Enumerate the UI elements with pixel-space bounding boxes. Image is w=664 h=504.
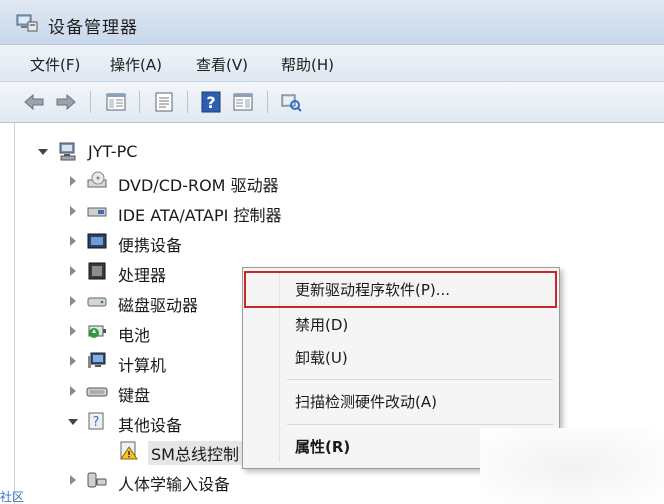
- device-manager-icon: [16, 14, 38, 32]
- keyboard-icon: [86, 387, 108, 397]
- tree-item-label: DVD/CD-ROM 驱动器: [118, 176, 279, 195]
- watermark-text: 社区: [0, 490, 25, 504]
- collapse-arrow-icon[interactable]: [38, 149, 48, 155]
- tree-item-hid[interactable]: 人体学输入设备: [0, 466, 280, 494]
- expand-arrow-icon[interactable]: [70, 206, 76, 216]
- tree-root-label: JYT-PC: [88, 142, 138, 161]
- tree-item-label: 人体学输入设备: [118, 475, 231, 494]
- unknown-device-icon: ?: [88, 412, 104, 430]
- toolbar-separator: [139, 91, 140, 113]
- menu-action[interactable]: 操作(A): [110, 54, 162, 75]
- properties-icon[interactable]: [152, 90, 176, 114]
- context-menu-scan-hardware[interactable]: 扫描检测硬件改动(A): [295, 391, 437, 412]
- tree-item-label: 磁盘驱动器: [118, 296, 199, 315]
- tree-root-row[interactable]: JYT-PC: [0, 137, 300, 165]
- processor-icon: [88, 262, 106, 280]
- context-menu-disable[interactable]: 禁用(D): [295, 314, 348, 335]
- battery-icon: [88, 325, 106, 338]
- ide-controller-icon: [87, 207, 107, 217]
- expand-arrow-icon[interactable]: [70, 236, 76, 246]
- context-menu-uninstall[interactable]: 卸载(U): [295, 347, 348, 368]
- hid-icon: [87, 472, 107, 488]
- tree-item-label: IDE ATA/ATAPI 控制器: [118, 206, 282, 225]
- window-title: 设备管理器: [48, 18, 138, 38]
- menu-bar: 文件(F) 操作(A) 查看(V) 帮助(H): [0, 45, 664, 82]
- tree-item-disk[interactable]: 磁盘驱动器: [0, 287, 240, 315]
- svg-text:?: ?: [206, 93, 215, 112]
- expand-arrow-icon[interactable]: [70, 296, 76, 306]
- context-menu-separator: [287, 379, 553, 380]
- context-menu-separator: [287, 424, 553, 425]
- expand-arrow-icon[interactable]: [70, 386, 76, 396]
- toolbar-separator: [187, 91, 188, 113]
- blurred-region: [480, 428, 664, 504]
- action-pane-icon[interactable]: [231, 90, 255, 114]
- expand-arrow-icon[interactable]: [70, 266, 76, 276]
- show-hide-console-tree-icon[interactable]: [104, 90, 128, 114]
- tree-item-portable[interactable]: 便携设备: [0, 227, 260, 255]
- expand-arrow-icon[interactable]: [70, 475, 76, 485]
- expand-arrow-icon[interactable]: [70, 326, 76, 336]
- expand-arrow-icon[interactable]: [70, 356, 76, 366]
- tree-item-sm-bus[interactable]: SM总线控制: [0, 436, 260, 465]
- toolbar-separator: [267, 91, 268, 113]
- help-icon[interactable]: ?: [199, 90, 223, 114]
- tree-item-label: 键盘: [118, 386, 151, 405]
- scan-hardware-icon[interactable]: [279, 90, 303, 114]
- menu-help[interactable]: 帮助(H): [281, 54, 334, 75]
- tree-item-label: 便携设备: [118, 236, 183, 255]
- tree-item-keyboard[interactable]: 键盘: [0, 377, 240, 405]
- context-menu-update-driver[interactable]: 更新驱动程序软件(P)...: [295, 279, 450, 300]
- svg-text:?: ?: [93, 415, 100, 430]
- tree-item-label: 其他设备: [118, 416, 183, 435]
- dvd-drive-icon: [87, 171, 107, 188]
- forward-arrow-icon[interactable]: [54, 90, 78, 114]
- tree-item-battery[interactable]: 电池: [0, 317, 240, 345]
- tree-item-label: SM总线控制: [148, 441, 242, 465]
- menu-file[interactable]: 文件(F): [30, 54, 80, 75]
- tree-item-ide[interactable]: IDE ATA/ATAPI 控制器: [0, 197, 320, 225]
- collapse-arrow-icon[interactable]: [68, 419, 78, 425]
- tree-item-computer[interactable]: 计算机: [0, 347, 240, 375]
- back-arrow-icon[interactable]: [22, 90, 46, 114]
- tree-item-processor[interactable]: 处理器: [0, 257, 240, 285]
- tree-item-other-devices[interactable]: ? 其他设备: [0, 407, 240, 435]
- warning-device-icon: [120, 441, 138, 460]
- expand-arrow-icon[interactable]: [70, 176, 76, 186]
- context-menu-properties[interactable]: 属性(R): [295, 436, 350, 457]
- tree-item-label: 计算机: [118, 356, 167, 375]
- computer-root-icon: [59, 142, 76, 161]
- toolbar-separator: [90, 91, 91, 113]
- disk-drive-icon: [87, 297, 107, 307]
- tree-item-label: 电池: [118, 326, 151, 345]
- toolbar: ?: [0, 82, 664, 123]
- title-bar[interactable]: 设备管理器: [0, 0, 664, 45]
- tree-item-label: 处理器: [118, 266, 167, 285]
- portable-device-icon: [87, 233, 107, 249]
- computer-icon: [88, 352, 106, 368]
- device-manager-window: 设备管理器 文件(F) 操作(A) 查看(V) 帮助(H) ? JYT-PC D…: [0, 0, 664, 504]
- tree-item-dvd[interactable]: DVD/CD-ROM 驱动器: [0, 167, 320, 195]
- menu-view[interactable]: 查看(V): [196, 54, 248, 75]
